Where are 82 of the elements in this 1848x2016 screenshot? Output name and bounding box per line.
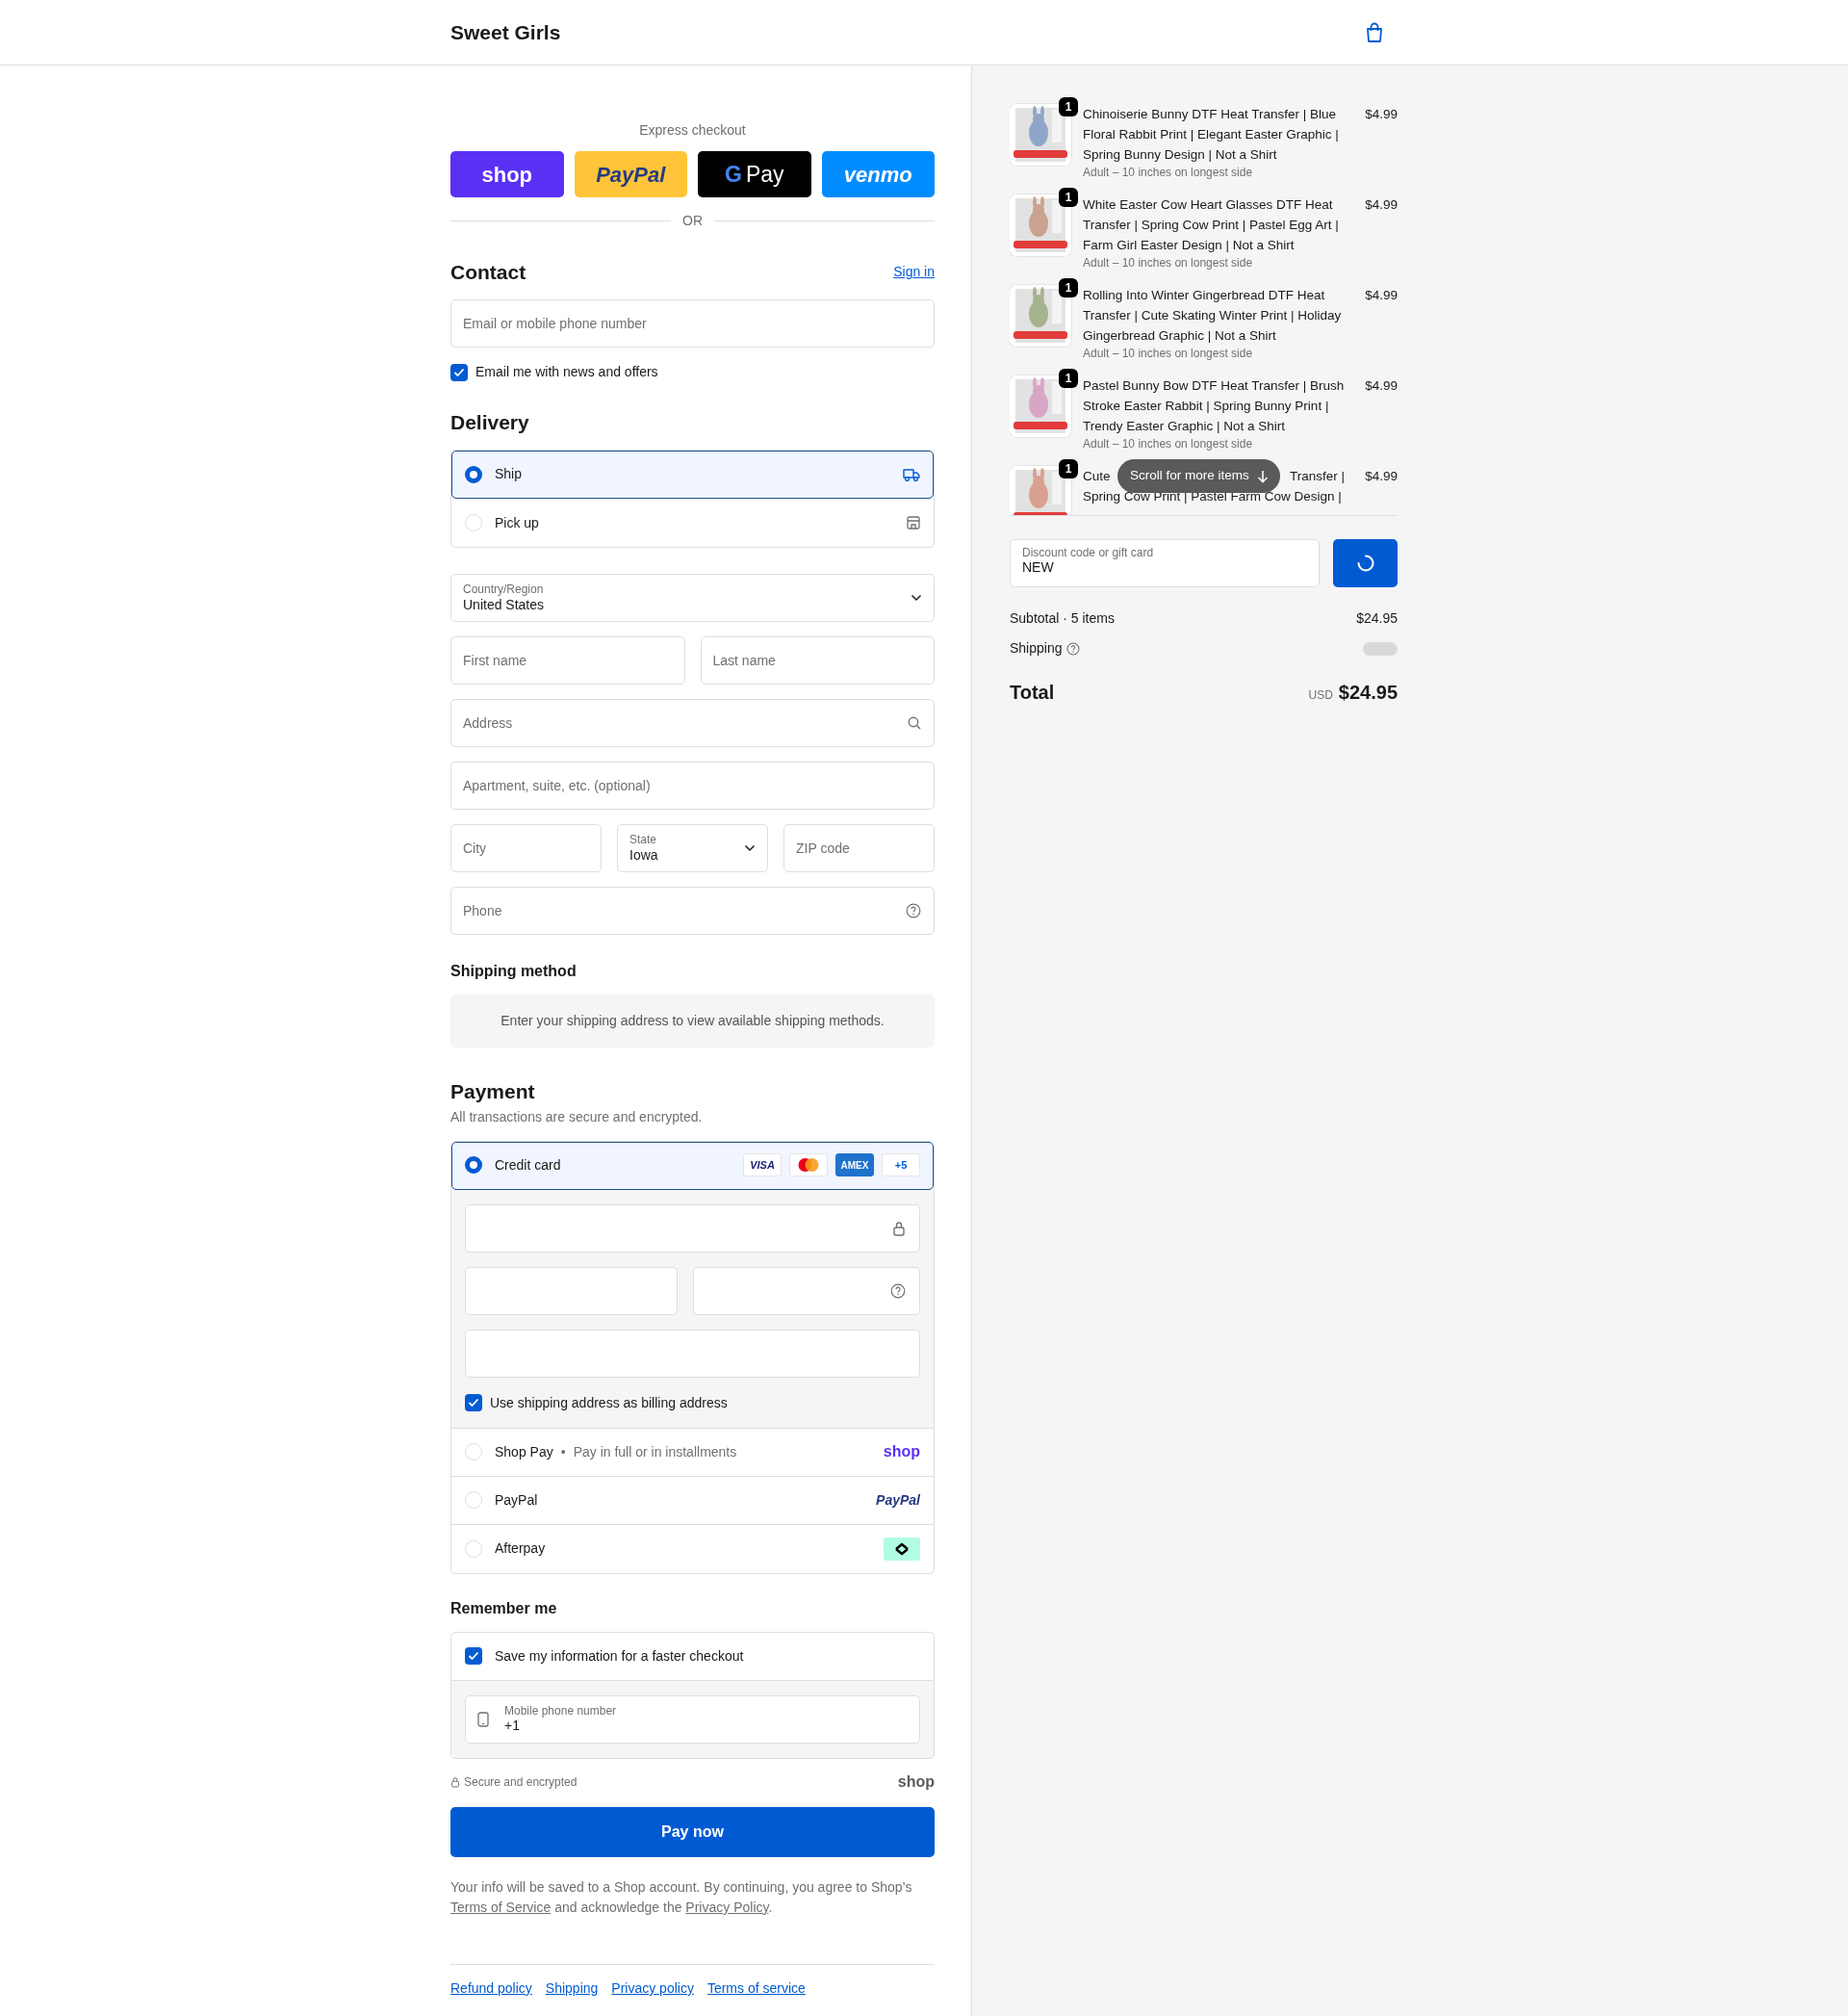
info-message: Enter your shipping address to view available shipping methods. — [450, 994, 935, 1047]
product-price: $4.99 — [1364, 196, 1398, 214]
state-select[interactable]: State Iowa — [617, 824, 768, 873]
apartment-field[interactable]: Apartment, suite, etc. (optional) — [450, 762, 935, 811]
payment-button[interactable]: G Pay — [698, 151, 811, 197]
footer-link[interactable]: Terms of service — [706, 1977, 806, 1999]
delivery-option[interactable]: Ship — [451, 451, 934, 500]
last-name-field[interactable]: Last name — [700, 636, 935, 685]
scroll-hint-button[interactable]: Scroll for more items — [1117, 459, 1280, 493]
mobile-phone-field[interactable]: Mobile phone number +1 — [465, 1694, 920, 1744]
city-field[interactable]: City — [450, 824, 602, 873]
product-variant: Adult – 10 inches on longest side — [1083, 436, 1254, 452]
quantity-badge: 1 — [1059, 97, 1078, 116]
pay-now-button[interactable]: Pay now — [450, 1806, 935, 1857]
option-label: Afterpay — [495, 1539, 546, 1559]
product-title: Cute — [1083, 468, 1111, 485]
option-label: PayPal — [495, 1490, 538, 1510]
zip-field[interactable]: ZIP code — [783, 824, 935, 873]
section-label: Express checkout — [638, 121, 747, 140]
product-price: $4.99 — [1364, 287, 1398, 304]
section-heading: Shipping method — [450, 962, 578, 981]
product-price: $4.99 — [1364, 377, 1398, 395]
footer-link[interactable]: Privacy policy — [611, 1977, 694, 1999]
card-logo: VISA — [743, 1153, 782, 1177]
summary-value: $24.95 — [1356, 609, 1398, 628]
sign-in-link[interactable]: Sign in — [893, 262, 935, 283]
legal-notice: Your info will be saved to a Shop account. By continuing, you agree to Shop’s Terms of Service and acknowledge the Privacy Policy. — [450, 1877, 913, 1917]
checkbox-label: Email me with news and offers — [475, 363, 658, 382]
summary-label: Subtotal · 5 items — [1010, 609, 1115, 628]
store-name[interactable]: Sweet Girls — [450, 16, 561, 48]
section-subtitle: All transactions are secure and encrypted. — [450, 1107, 704, 1126]
inline-link[interactable]: Terms of Service — [450, 1899, 552, 1915]
footer-link[interactable]: Refund policy — [450, 1977, 532, 1999]
summary-label: Shipping — [1010, 639, 1063, 658]
card-logo: AMEX — [835, 1153, 874, 1177]
product-price: $4.99 — [1364, 106, 1398, 123]
product-price: $4.99 — [1364, 468, 1398, 485]
option-note: Pay in full or in installments — [573, 1442, 737, 1461]
footer-link[interactable]: Shipping — [545, 1977, 599, 1999]
currency-code: USD — [1308, 688, 1333, 702]
quantity-badge: 1 — [1059, 459, 1078, 478]
payment-button[interactable]: shop — [450, 151, 564, 197]
phone-field[interactable]: Phone — [450, 887, 935, 936]
country-select[interactable]: Country/Region United States — [450, 574, 935, 623]
payment-button[interactable]: PayPal — [574, 151, 687, 197]
total-amount: $24.95 — [1338, 682, 1398, 703]
product-variant: Adult – 10 inches on longest side — [1083, 346, 1254, 361]
product-title: White Easter Cow Heart Glasses DTF Heat Transfer | Spring Cow Print | Pastel Egg Art | Farm Girl Easter Design | Not a Shirt — [1083, 196, 1340, 254]
wordmark-logo: shop — [883, 1442, 920, 1462]
section-heading: Payment — [450, 1078, 536, 1103]
delivery-option[interactable]: Pick up — [451, 499, 934, 548]
checkbox-label: Save my information for a faster checkout — [495, 1646, 744, 1666]
payment-option[interactable]: PayPal PayPal — [451, 1476, 934, 1525]
product-title: Chinoiserie Bunny DTF Heat Transfer | Blue Floral Rabbit Print | Elegant Easter Graphic | Spring Bunny Design | Not a Shirt — [1083, 106, 1340, 164]
separator-dot: • — [560, 1442, 566, 1461]
wordmark-logo: PayPal — [876, 1490, 920, 1510]
quantity-badge: 1 — [1059, 278, 1078, 297]
checkbox-label: Use shipping address as billing address — [490, 1393, 728, 1412]
quantity-badge: 1 — [1059, 188, 1078, 207]
section-heading: Contact — [450, 260, 526, 285]
email-field[interactable]: Email or mobile phone number — [450, 299, 935, 349]
product-title: Transfer | — [1289, 468, 1345, 485]
first-name-field[interactable]: First name — [450, 636, 685, 685]
card-logo: +5 — [882, 1153, 920, 1177]
payment-option[interactable]: Shop Pay • Pay in full or in installments shop — [451, 1428, 934, 1477]
product-variant: Adult – 10 inches on longest side — [1083, 165, 1254, 180]
secure-note: Secure and encrypted — [464, 1773, 578, 1791]
total-label: Total — [1010, 681, 1055, 705]
product-title: Rolling Into Winter Gingerbread DTF Heat Transfer | Cute Skating Winter Print | Holiday Gingerbread Graphic | Not a Shirt — [1083, 287, 1343, 345]
option-label: Credit card — [495, 1155, 561, 1175]
divider-label: OR — [682, 212, 703, 230]
product-title: Pastel Bunny Bow DTF Heat Transfer | Brush Stroke Easter Rabbit | Spring Bunny Print | Trendy Easter Graphic | Not a Shirt — [1083, 377, 1346, 435]
payment-option[interactable]: Credit card VISA AMEX +5 — [451, 1141, 934, 1190]
address-field[interactable]: Address — [450, 699, 935, 748]
payment-option[interactable]: Afterpay — [451, 1524, 934, 1573]
section-heading: Remember me — [450, 1598, 558, 1617]
product-variant: Adult – 10 inches on longest side — [1083, 255, 1254, 271]
quantity-badge: 1 — [1059, 369, 1078, 388]
option-label: Shop Pay — [495, 1442, 553, 1461]
section-heading: Delivery — [450, 410, 530, 435]
wordmark-logo: shop — [897, 1771, 935, 1792]
discount-field[interactable]: Discount code or gift card NEW — [1010, 539, 1320, 587]
